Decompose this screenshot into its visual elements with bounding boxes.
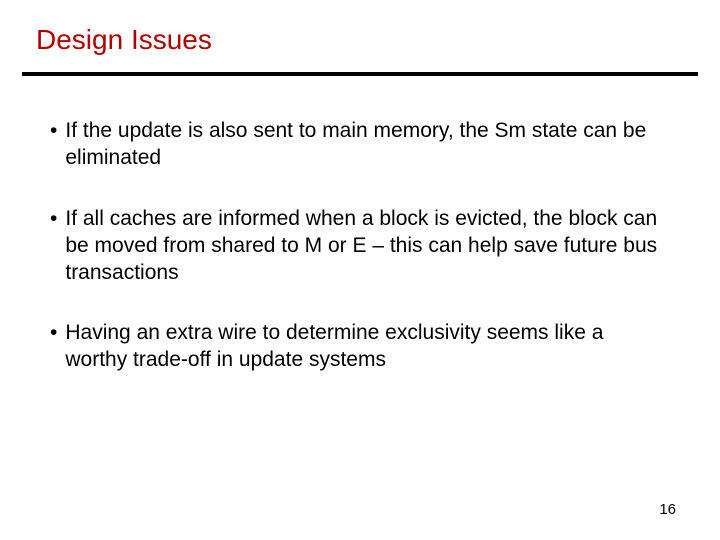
bullet-text: If the update is also sent to main memor… [65,118,660,172]
bullet-dot-icon: • [50,118,57,172]
slide-title: Design Issues [36,24,212,56]
title-underline [22,72,698,76]
bullet-item: • If the update is also sent to main mem… [50,118,660,172]
bullet-text: If all caches are informed when a block … [65,206,660,287]
slide-body: • If the update is also sent to main mem… [50,118,660,408]
bullet-dot-icon: • [50,206,57,287]
bullet-item: • Having an extra wire to determine excl… [50,320,660,374]
bullet-item: • If all caches are informed when a bloc… [50,206,660,287]
page-number: 16 [659,501,676,518]
bullet-text: Having an extra wire to determine exclus… [65,320,660,374]
slide: Design Issues • If the update is also se… [0,0,720,540]
bullet-dot-icon: • [50,320,57,374]
